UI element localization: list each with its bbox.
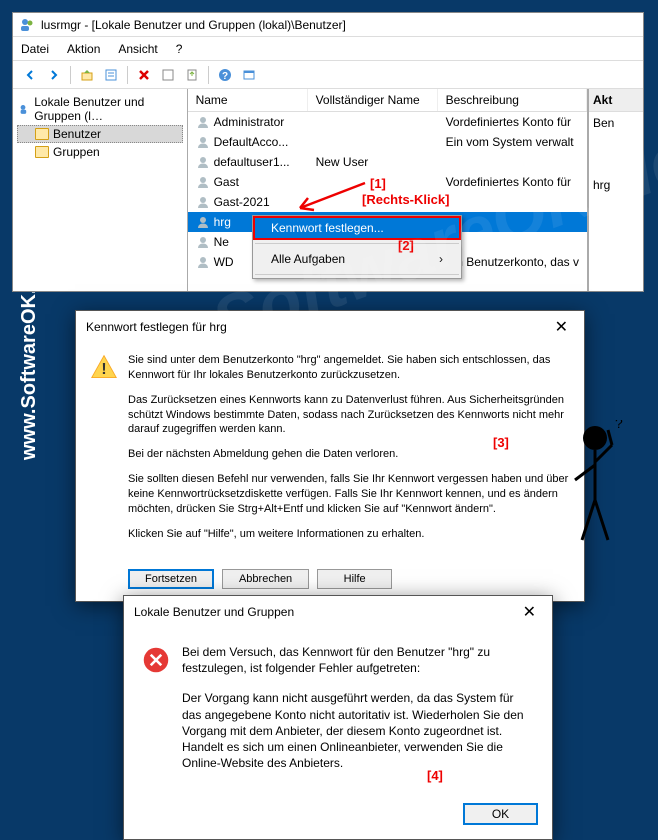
tree-item-benutzer[interactable]: Benutzer — [17, 125, 183, 143]
tree-benutzer-label: Benutzer — [53, 127, 101, 141]
properties-button[interactable] — [100, 64, 122, 86]
folder-icon — [35, 128, 49, 140]
dialog-title-text: Kennwort festlegen für hrg — [86, 320, 227, 334]
ok-button[interactable]: OK — [463, 803, 538, 825]
titlebar[interactable]: lusrmgr - [Lokale Benutzer und Gruppen (… — [13, 13, 643, 37]
user-icon — [196, 155, 210, 169]
tree-root[interactable]: Lokale Benutzer und Gruppen (l… — [17, 93, 183, 125]
list-header: Name Vollständiger Name Beschreibung — [188, 89, 587, 112]
user-icon — [196, 195, 210, 209]
col-full-header[interactable]: Vollständiger Name — [308, 89, 438, 111]
tree-panel: Lokale Benutzer und Gruppen (l… Benutzer… — [13, 89, 188, 291]
user-icon — [196, 235, 210, 249]
action-header: Akt — [589, 89, 643, 112]
col-desc-header[interactable]: Beschreibung — [438, 89, 587, 111]
annotation-4: [4] — [427, 768, 443, 783]
list-row[interactable]: DefaultAcco...Ein vom System verwalt — [188, 132, 587, 152]
close-button[interactable]: ✕ — [517, 602, 542, 622]
up-button[interactable] — [76, 64, 98, 86]
dialog-p2: Das Zurücksetzen eines Kennworts kann zu… — [128, 393, 570, 438]
action-panel: Akt Ben hrg — [588, 89, 643, 291]
user-icon — [196, 135, 210, 149]
users-groups-icon — [19, 102, 30, 116]
annotation-3: [3] — [493, 435, 509, 450]
svg-text:!: ! — [101, 361, 106, 378]
app-icon — [19, 17, 35, 33]
tree-gruppen-label: Gruppen — [53, 145, 100, 159]
context-menu: Kennwort festlegen... Alle Aufgaben — [252, 215, 462, 279]
user-icon — [196, 215, 210, 229]
continue-button[interactable]: Fortsetzen — [128, 569, 214, 589]
list-row[interactable]: AdministratorVordefiniertes Konto für — [188, 112, 587, 132]
help-button[interactable]: ? — [214, 64, 236, 86]
annotation-1b: [Rechts-Klick] — [362, 192, 449, 207]
menu-hilfe[interactable]: ? — [176, 42, 183, 56]
error-icon — [142, 646, 170, 674]
list-row[interactable]: defaultuser1...New User — [188, 152, 587, 172]
user-icon — [196, 175, 210, 189]
delete-button[interactable] — [133, 64, 155, 86]
menu-ansicht[interactable]: Ansicht — [118, 42, 157, 56]
export-button[interactable] — [181, 64, 203, 86]
context-set-password[interactable]: Kennwort festlegen... — [253, 216, 461, 240]
menubar: Datei Aktion Ansicht ? — [13, 37, 643, 61]
close-button[interactable]: ✕ — [549, 317, 574, 337]
warning-icon: ! — [90, 353, 118, 381]
dialog-titlebar[interactable]: Kennwort festlegen für hrg ✕ — [76, 311, 584, 343]
back-button[interactable] — [19, 64, 41, 86]
annotation-1: [1] — [370, 176, 386, 191]
cancel-button[interactable]: Abbrechen — [222, 569, 309, 589]
annotation-2: [2] — [398, 238, 414, 253]
action-item-hrg[interactable]: hrg — [589, 174, 643, 196]
folder-icon — [35, 146, 49, 158]
list-row[interactable]: GastVordefiniertes Konto für — [188, 172, 587, 192]
action-item-benutzer[interactable]: Ben — [589, 112, 643, 134]
col-name-header[interactable]: Name — [188, 89, 308, 111]
view-button[interactable] — [238, 64, 260, 86]
user-icon — [196, 115, 210, 129]
context-separator — [255, 274, 459, 275]
refresh-button[interactable] — [157, 64, 179, 86]
context-separator — [255, 243, 459, 244]
svg-text:?: ? — [222, 71, 228, 82]
error-dialog-title: Lokale Benutzer und Gruppen — [134, 605, 294, 619]
dialog-p5: Klicken Sie auf "Hilfe", um weitere Info… — [128, 527, 570, 542]
forward-button[interactable] — [43, 64, 65, 86]
red-arrow — [290, 178, 370, 218]
tree-item-gruppen[interactable]: Gruppen — [17, 143, 183, 161]
menu-datei[interactable]: Datei — [21, 42, 49, 56]
dialog-p1: Sie sind unter dem Benutzerkonto "hrg" a… — [128, 353, 570, 383]
dialog-p4: Sie sollten diesen Befehl nur verwenden,… — [128, 472, 570, 517]
svg-text:?: ? — [615, 420, 623, 431]
error-dialog-titlebar[interactable]: Lokale Benutzer und Gruppen ✕ — [124, 596, 552, 628]
menu-aktion[interactable]: Aktion — [67, 42, 100, 56]
context-all-tasks[interactable]: Alle Aufgaben — [253, 247, 461, 271]
tree-root-label: Lokale Benutzer und Gruppen (l… — [34, 95, 180, 123]
user-icon — [196, 255, 210, 269]
error-p1: Bei dem Versuch, das Kennwort für den Be… — [182, 644, 536, 676]
error-dialog: Lokale Benutzer und Gruppen ✕ Bei dem Ve… — [123, 595, 553, 840]
error-p2: Der Vorgang kann nicht ausgeführt werden… — [182, 690, 536, 771]
password-warning-dialog: Kennwort festlegen für hrg ✕ ! Sie sind … — [75, 310, 585, 602]
stickfigure-illustration: ? — [560, 420, 630, 560]
window-title: lusrmgr - [Lokale Benutzer und Gruppen (… — [41, 18, 346, 32]
help-button[interactable]: Hilfe — [317, 569, 392, 589]
toolbar: ? — [13, 61, 643, 89]
